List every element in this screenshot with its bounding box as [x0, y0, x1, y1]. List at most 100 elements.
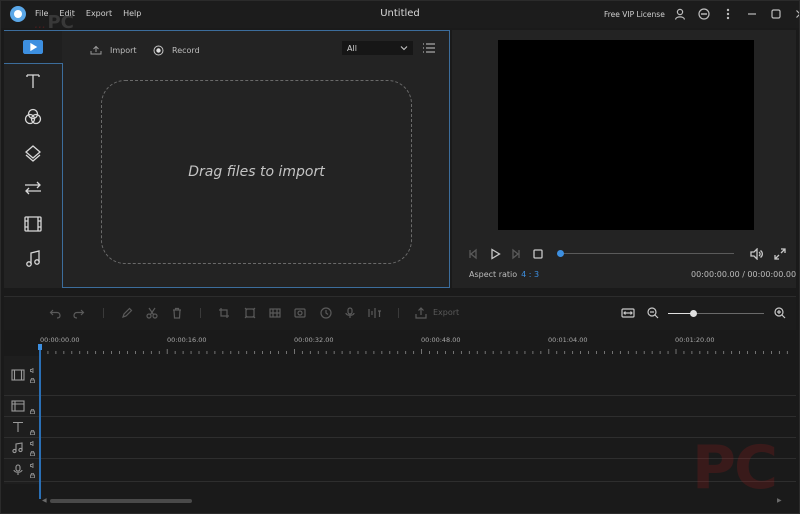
redo-icon[interactable] [72, 306, 86, 320]
audio-mix-icon[interactable] [368, 306, 382, 320]
timecode-display: 00:00:00.00 / 00:00:00.00 [691, 270, 797, 279]
sidebar-item-media[interactable] [4, 30, 62, 64]
panel-border [4, 30, 450, 31]
freeze-frame-icon[interactable] [293, 306, 307, 320]
app-logo-icon[interactable] [10, 6, 26, 22]
import-button[interactable]: Import [90, 45, 137, 55]
lock-icon[interactable] [30, 407, 35, 415]
ruler-label: 00:00:32.00 [294, 336, 334, 344]
next-frame-icon[interactable] [509, 247, 523, 261]
sidebar-item-text[interactable] [4, 64, 62, 98]
tool-sidebar [4, 30, 62, 288]
seek-bar[interactable] [558, 253, 734, 254]
mute-icon[interactable] [30, 461, 35, 469]
overlay-track-icon [10, 399, 26, 413]
voiceover-icon[interactable] [343, 306, 357, 320]
filter-value: All [347, 43, 357, 53]
play-icon[interactable] [488, 247, 502, 261]
sidebar-item-elements[interactable] [4, 207, 62, 241]
maximize-icon[interactable] [764, 7, 788, 21]
aspect-ratio: Aspect ratio 4 : 3 [469, 270, 539, 279]
toolbar-divider [200, 308, 201, 318]
record-label: Record [172, 46, 200, 55]
filter-icon [24, 108, 42, 125]
scroll-left-icon[interactable]: ◀ [42, 497, 47, 504]
sidebar-item-music[interactable] [4, 242, 62, 276]
media-icon [23, 40, 43, 54]
lock-icon[interactable] [30, 428, 35, 436]
feedback-icon[interactable] [692, 7, 716, 21]
video-preview [498, 40, 754, 230]
voice-track-icon [10, 463, 26, 477]
fullscreen-icon[interactable] [773, 247, 787, 261]
lock-icon[interactable] [30, 471, 35, 479]
crop-icon[interactable] [217, 306, 231, 320]
import-dropzone[interactable]: Drag files to import [101, 80, 412, 264]
element-icon [24, 216, 42, 232]
list-view-icon[interactable] [422, 42, 436, 56]
voice-track[interactable] [4, 459, 796, 482]
window-controls [668, 7, 800, 21]
fit-timeline-icon[interactable] [621, 306, 635, 320]
seek-handle[interactable] [557, 250, 564, 257]
edit-icon[interactable] [120, 306, 134, 320]
lock-icon[interactable] [30, 449, 35, 457]
overlay-track[interactable] [4, 396, 796, 417]
mute-icon[interactable] [30, 366, 35, 374]
minimize-icon[interactable] [740, 7, 764, 21]
ruler-label: 00:00:16.00 [167, 336, 207, 344]
scroll-right-icon[interactable]: ▶ [777, 497, 782, 504]
transition-icon [25, 181, 41, 195]
panel-border [62, 63, 63, 288]
playhead[interactable] [39, 344, 41, 499]
timeline-scrollbar[interactable] [50, 499, 192, 503]
import-icon [90, 45, 102, 55]
import-label: Import [110, 45, 137, 55]
aspect-ratio-value[interactable]: 4 : 3 [521, 270, 539, 279]
speed-icon[interactable] [319, 306, 333, 320]
ruler-label: 00:01:20.00 [675, 336, 715, 344]
delete-icon[interactable] [170, 306, 184, 320]
sidebar-item-overlays[interactable] [4, 136, 62, 170]
panel-border [4, 63, 62, 64]
video-track-icon [10, 368, 26, 382]
export-button[interactable]: Export [433, 308, 459, 317]
export-icon[interactable] [414, 306, 428, 320]
ruler-label: 00:00:00.00 [40, 336, 80, 344]
more-icon[interactable] [716, 7, 740, 21]
music-track[interactable] [4, 438, 796, 459]
stop-icon[interactable] [531, 247, 545, 261]
ruler-label: 00:01:04.00 [548, 336, 588, 344]
mosaic-icon[interactable] [268, 306, 282, 320]
mute-icon[interactable] [30, 439, 35, 447]
text-track[interactable] [4, 417, 796, 438]
overlay-icon [25, 145, 41, 162]
ruler-label: 00:00:48.00 [421, 336, 461, 344]
text-track-icon [10, 420, 26, 434]
lock-icon[interactable] [30, 376, 35, 384]
music-track-icon [10, 441, 26, 455]
record-button[interactable]: Record [153, 45, 200, 56]
music-icon [26, 250, 40, 267]
zoom-in-icon[interactable] [773, 306, 787, 320]
text-icon [26, 74, 40, 88]
sidebar-item-transitions[interactable] [4, 171, 62, 205]
watermark-right: PC [692, 433, 778, 503]
menu-help[interactable]: Help [123, 9, 141, 18]
menu-export[interactable]: Export [86, 9, 112, 18]
timeline-ruler-ticks[interactable] [40, 349, 792, 354]
sidebar-item-filters[interactable] [4, 100, 62, 134]
video-track[interactable] [4, 356, 796, 396]
close-icon[interactable] [788, 7, 800, 21]
prev-frame-icon[interactable] [466, 247, 480, 261]
playhead-handle[interactable] [38, 344, 42, 350]
user-icon[interactable] [668, 7, 692, 21]
drop-hint: Drag files to import [188, 164, 325, 180]
cut-icon[interactable] [145, 306, 159, 320]
license-label[interactable]: Free VIP License [604, 10, 665, 19]
zoom-out-icon[interactable] [646, 306, 660, 320]
media-filter-dropdown[interactable]: All [342, 41, 413, 55]
volume-icon[interactable] [750, 247, 764, 261]
resize-icon[interactable] [243, 306, 257, 320]
undo-icon[interactable] [48, 306, 62, 320]
